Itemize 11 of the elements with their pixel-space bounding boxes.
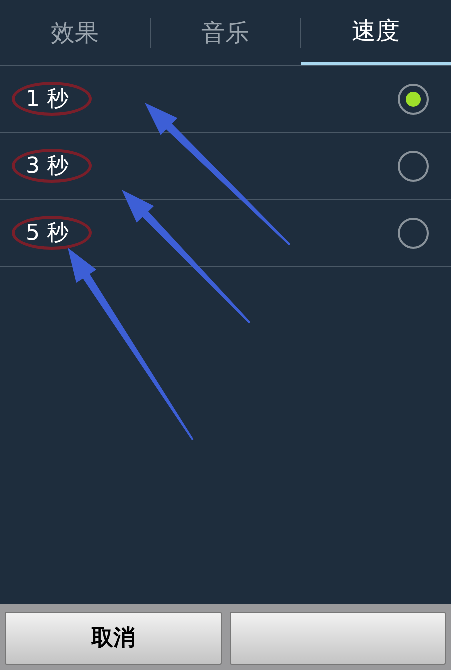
option-label: 3 秒: [26, 152, 69, 180]
tab[interactable]: 速度: [301, 0, 451, 65]
dialog-button[interactable]: [230, 612, 446, 665]
radio-button[interactable]: [398, 84, 429, 114]
option-label: 1 秒: [26, 86, 69, 114]
option-label: 5 秒: [26, 220, 69, 248]
radio-button[interactable]: [398, 150, 429, 182]
tab[interactable]: 效果: [0, 0, 150, 65]
radio-button[interactable]: [398, 218, 429, 248]
cancel-button[interactable]: 取消: [5, 612, 222, 665]
tab[interactable]: 音乐: [150, 0, 300, 65]
